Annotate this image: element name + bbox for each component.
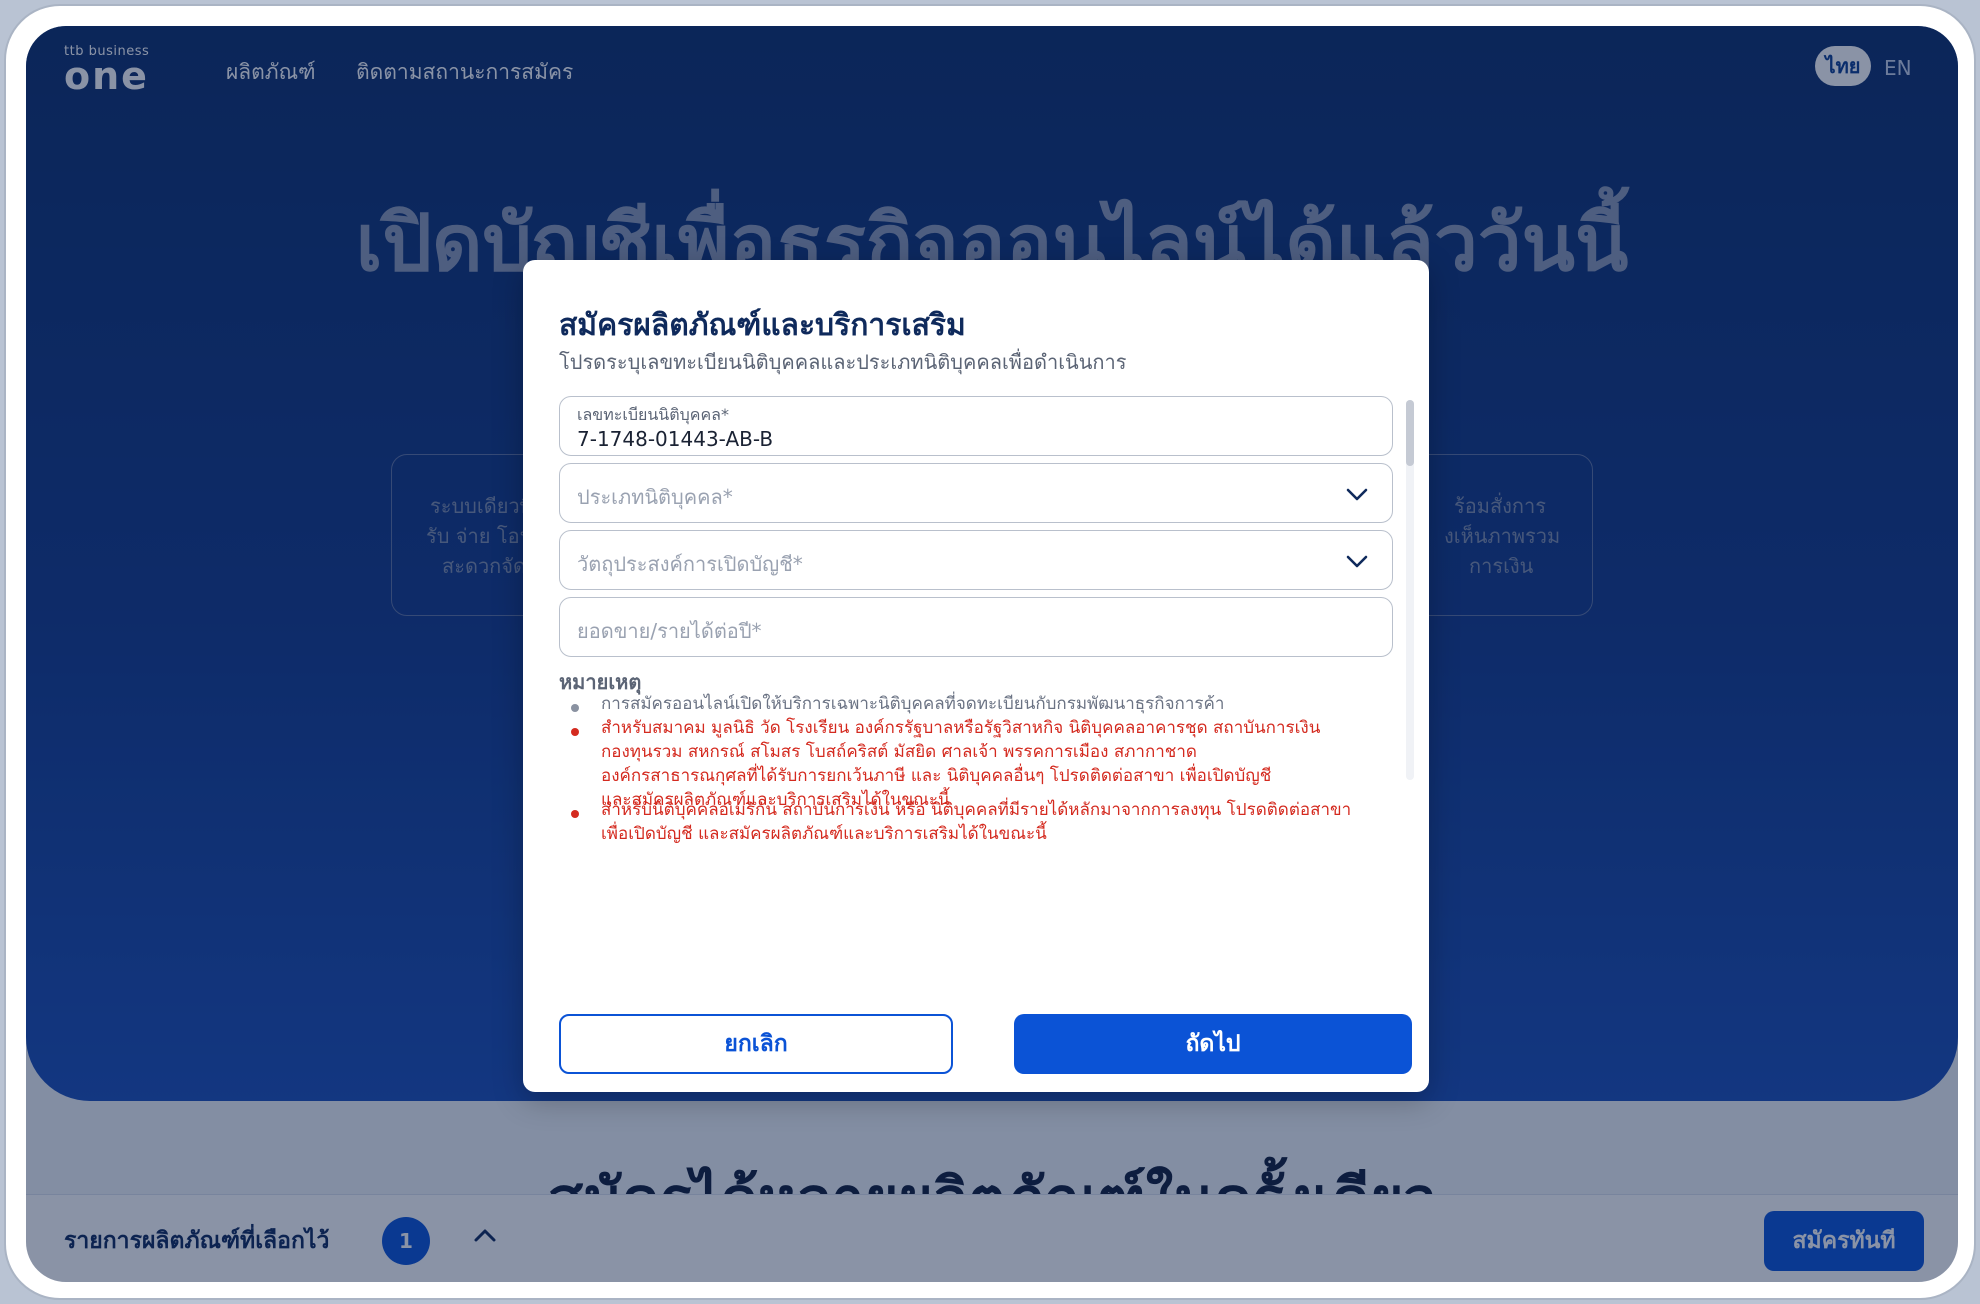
apply-modal: สมัครผลิตภัณฑ์และบริการเสริม โปรดระบุเลข… — [523, 260, 1429, 1092]
annual-revenue-placeholder: ยอดขาย/รายได้ต่อปี* — [577, 619, 762, 643]
note-text: เพื่อเปิดบัญชี และสมัครผลิตภัณฑ์และบริกา… — [601, 824, 1047, 844]
registration-number-value: 7-1748-01443-AB-B — [577, 427, 774, 451]
modal-subtitle: โปรดระบุเลขทะเบียนนิติบุคคลและประเภทนิติ… — [559, 350, 1127, 374]
note-text: องค์กรสาธารณกุศลที่ได้รับการยกเว้นภาษี แ… — [601, 766, 1272, 786]
account-purpose-select[interactable]: วัตถุประสงค์การเปิดบัญชี* — [559, 530, 1393, 590]
chevron-down-icon — [1346, 488, 1368, 501]
chevron-down-icon — [1346, 555, 1368, 568]
device-frame: ttb business one ผลิตภัณฑ์ ติดตามสถานะกา… — [4, 4, 1976, 1300]
next-button[interactable]: ถัดไป — [1014, 1014, 1412, 1074]
note-text: สำหรับนิติบุคคลอเมริกัน สถาบันการเงิน หร… — [601, 800, 1352, 820]
registration-number-label: เลขทะเบียนนิติบุคคล* — [577, 405, 729, 424]
note-bullet — [571, 728, 579, 736]
account-purpose-placeholder: วัตถุประสงค์การเปิดบัญชี* — [577, 552, 803, 576]
annual-revenue-input[interactable]: ยอดขาย/รายได้ต่อปี* — [559, 597, 1393, 657]
modal-scrollbar-thumb[interactable] — [1406, 400, 1414, 466]
note-bullet — [571, 704, 579, 712]
registration-number-field[interactable]: เลขทะเบียนนิติบุคคล* 7-1748-01443-AB-B — [559, 396, 1393, 456]
note-text: กองทุนรวม สหกรณ์ สโมสร โบสถ์คริสต์ มัสยิ… — [601, 742, 1197, 762]
modal-scrollbar[interactable] — [1406, 400, 1414, 780]
entity-type-select[interactable]: ประเภทนิติบุคคล* — [559, 463, 1393, 523]
entity-type-placeholder: ประเภทนิติบุคคล* — [577, 485, 733, 509]
note-text: การสมัครออนไลน์เปิดให้บริการเฉพาะนิติบุค… — [601, 694, 1225, 714]
note-bullet — [571, 810, 579, 818]
modal-scroll-area[interactable]: เลขทะเบียนนิติบุคคล* 7-1748-01443-AB-B ป… — [559, 396, 1393, 962]
modal-title: สมัครผลิตภัณฑ์และบริการเสริม — [559, 308, 966, 343]
cancel-button[interactable]: ยกเลิก — [559, 1014, 953, 1074]
note-text: สำหรับสมาคม มูลนิธิ วัด โรงเรียน องค์กรร… — [601, 718, 1321, 738]
